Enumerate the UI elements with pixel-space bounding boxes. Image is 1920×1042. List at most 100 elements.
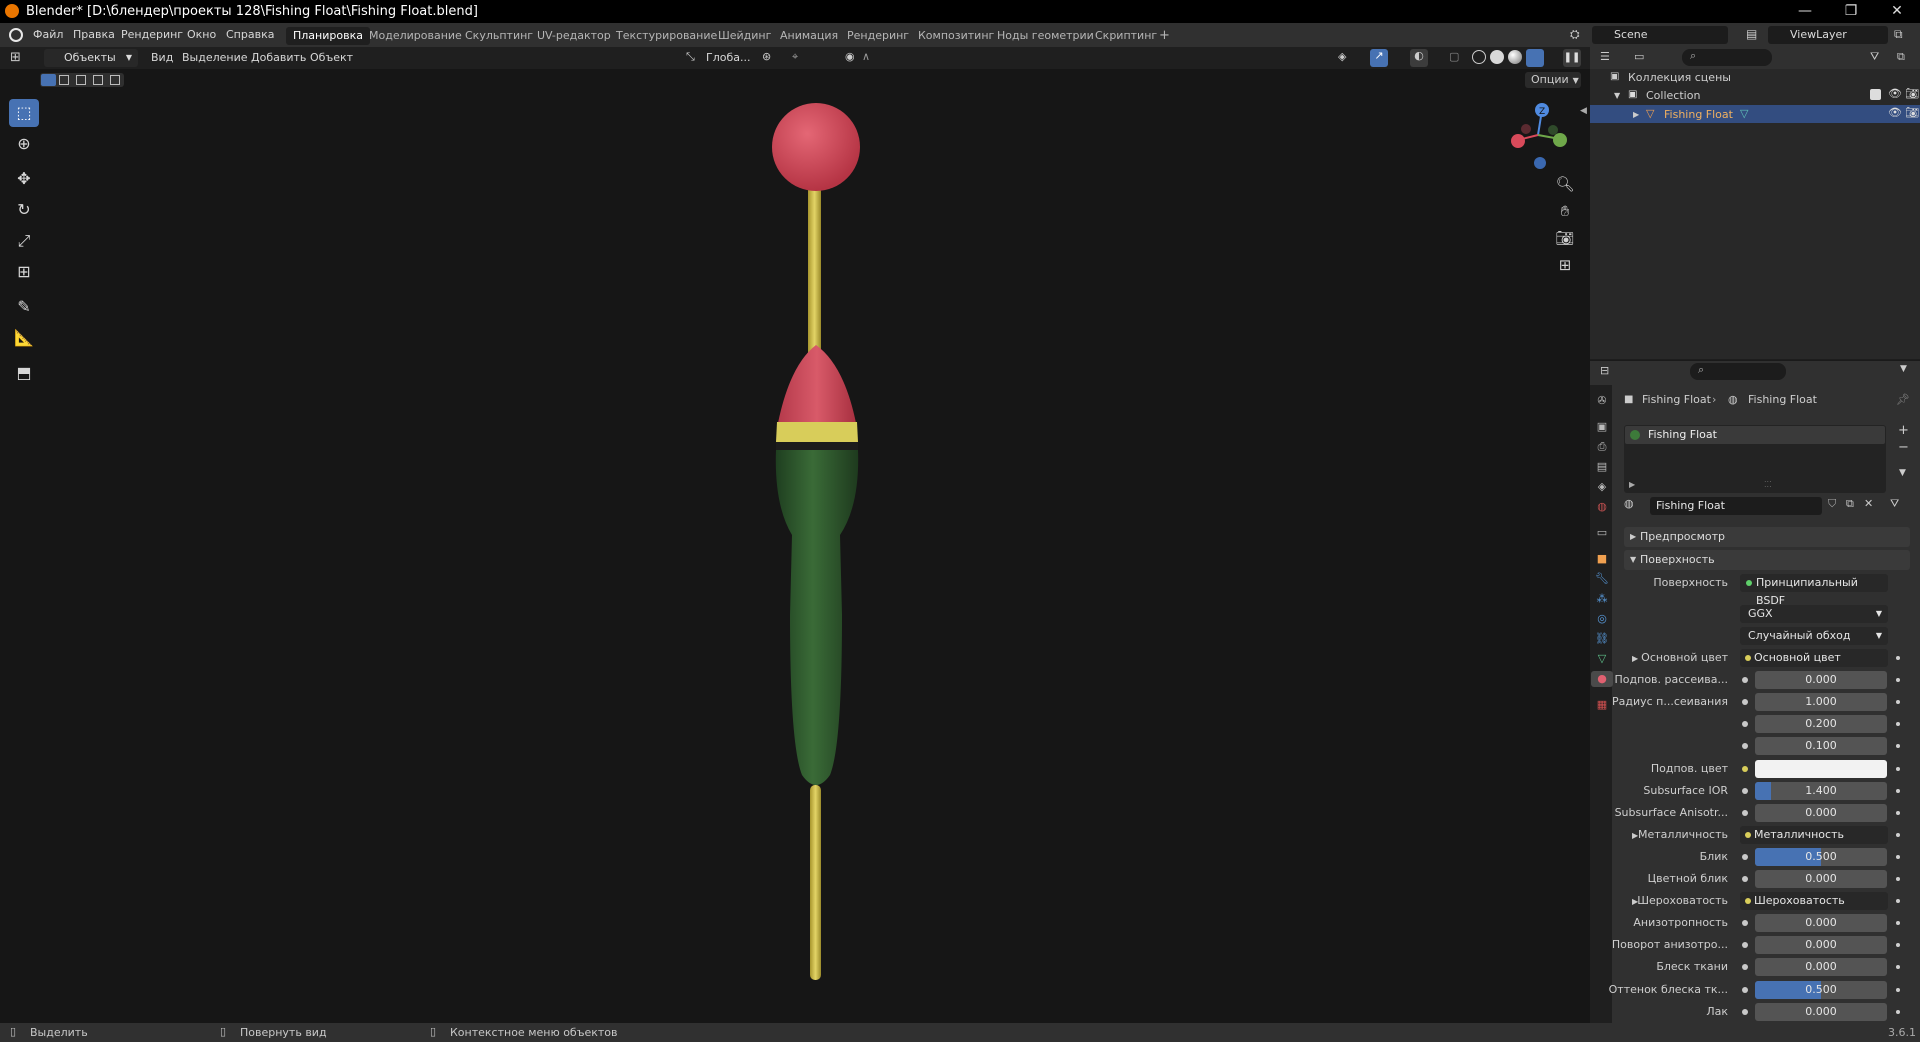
select-subtract-icon[interactable]	[76, 75, 86, 85]
properties-search-input[interactable]: ⌕	[1690, 363, 1786, 380]
object-tab-icon[interactable]: ■	[1594, 551, 1610, 567]
material-preview-shading-icon[interactable]	[1508, 50, 1522, 64]
linked-input-field[interactable]: Основной цвет	[1740, 649, 1888, 667]
numeric-slider[interactable]: 0.000	[1755, 914, 1887, 932]
tab-compositing[interactable]: Композитинг	[911, 27, 1001, 45]
properties-options-icon[interactable]: ▼	[1900, 364, 1907, 374]
minimize-button[interactable]: —	[1782, 0, 1828, 23]
duplicate-material-icon[interactable]: ⧉	[1846, 497, 1854, 511]
remove-slot-icon[interactable]: −	[1898, 440, 1909, 455]
fishing-float-model[interactable]	[730, 95, 900, 985]
select-intersect-icon[interactable]	[110, 75, 120, 85]
navigation-gizmo[interactable]: Z	[1508, 100, 1568, 170]
tab-animation[interactable]: Анимация	[773, 27, 845, 45]
keyframe-dot-icon[interactable]	[1896, 877, 1900, 881]
menu-render[interactable]: Рендеринг	[121, 27, 183, 43]
transform-orientation-selector[interactable]: Глоба...	[706, 50, 750, 66]
keyframe-dot-icon[interactable]	[1896, 988, 1900, 992]
keyframe-dot-icon[interactable]	[1896, 921, 1900, 925]
rotate-tool-icon[interactable]: ↻	[9, 196, 39, 224]
rendered-shading-icon[interactable]	[1526, 49, 1544, 67]
tool-tab-icon[interactable]: ✇	[1594, 393, 1610, 409]
menu-select[interactable]: Выделение	[182, 50, 248, 66]
keyframe-dot-icon[interactable]	[1896, 767, 1900, 771]
constraints-tab-icon[interactable]: ⛓︎	[1594, 631, 1610, 647]
maximize-button[interactable]: ❐	[1828, 0, 1874, 23]
expand-object-icon[interactable]: ▶	[1633, 110, 1639, 119]
properties-editor-type-icon[interactable]: ⊟	[1600, 364, 1609, 377]
pivot-point-icon[interactable]: ⊛	[762, 50, 771, 63]
keyframe-dot-icon[interactable]	[1896, 899, 1900, 903]
keyframe-dot-icon[interactable]	[1896, 1010, 1900, 1014]
keyframe-dot-icon[interactable]	[1896, 722, 1900, 726]
object-visibility-icon[interactable]: 👁︎	[1888, 106, 1902, 119]
object-render-icon[interactable]: 📷︎	[1905, 106, 1919, 119]
scale-tool-icon[interactable]: ⤢	[9, 227, 39, 255]
expand-input-icon[interactable]: ▶	[1632, 654, 1638, 663]
numeric-slider[interactable]: 1.400	[1755, 782, 1887, 800]
menu-add[interactable]: Добавить	[251, 50, 306, 66]
tab-uv-editor[interactable]: UV-редактор	[530, 27, 618, 45]
keyframe-dot-icon[interactable]	[1896, 811, 1900, 815]
input-socket-icon[interactable]	[1742, 677, 1748, 683]
visibility-selector-icon[interactable]: ◈	[1338, 50, 1346, 63]
annotate-tool-icon[interactable]: ✎	[9, 293, 39, 321]
overlay-toggle-icon[interactable]: ◐	[1410, 49, 1428, 67]
camera-view-icon[interactable]: 📷︎	[1553, 226, 1577, 250]
add-cube-tool-icon[interactable]: ⬒	[9, 359, 39, 387]
color-swatch[interactable]	[1755, 760, 1887, 778]
input-socket-icon[interactable]	[1742, 987, 1748, 993]
new-collection-icon[interactable]: ⧉	[1897, 50, 1905, 64]
input-socket-icon[interactable]	[1742, 854, 1748, 860]
tab-sculpting[interactable]: Скульптинг	[458, 27, 540, 45]
input-socket-icon[interactable]	[1742, 876, 1748, 882]
editor-type-icon[interactable]: ⊞	[10, 50, 21, 65]
keyframe-dot-icon[interactable]	[1896, 656, 1900, 660]
gizmo-toggle-icon[interactable]: ↗	[1370, 49, 1388, 67]
menu-view[interactable]: Вид	[151, 50, 173, 66]
input-socket-icon[interactable]	[1742, 699, 1748, 705]
pan-hand-icon[interactable]: ✋︎	[1553, 199, 1577, 223]
surface-shader-selector[interactable]: Принципиальный BSDF	[1740, 574, 1888, 607]
move-tool-icon[interactable]: ✥	[9, 165, 39, 193]
input-socket-icon[interactable]	[1742, 1009, 1748, 1015]
menu-edit[interactable]: Правка	[73, 27, 115, 43]
input-socket-icon[interactable]	[1742, 721, 1748, 727]
collection-checkbox-icon[interactable]	[1870, 89, 1881, 100]
keyframe-dot-icon[interactable]	[1896, 744, 1900, 748]
select-new-icon[interactable]	[41, 74, 56, 86]
keyframe-dot-icon[interactable]	[1896, 700, 1900, 704]
expand-input-icon[interactable]: ▶	[1632, 831, 1638, 840]
scene-selector[interactable]: Scene	[1592, 26, 1728, 44]
expand-input-icon[interactable]: ▶	[1632, 897, 1638, 906]
numeric-slider[interactable]: 0.000	[1755, 1003, 1887, 1021]
physics-tab-icon[interactable]: ◎	[1594, 611, 1610, 627]
select-invert-icon[interactable]	[93, 75, 103, 85]
input-socket-icon[interactable]	[1742, 810, 1748, 816]
numeric-slider[interactable]: 0.500	[1755, 848, 1887, 866]
material-name-field[interactable]: Fishing Float	[1650, 497, 1822, 515]
pin-icon[interactable]: 📌︎	[1896, 393, 1910, 406]
mode-selector[interactable]: Объекты ▼	[44, 49, 138, 67]
zoom-icon[interactable]: 🔍︎	[1553, 172, 1577, 196]
cursor-tool-icon[interactable]: ⊕	[9, 130, 39, 158]
numeric-slider[interactable]: 0.000	[1755, 671, 1887, 689]
keyframe-dot-icon[interactable]	[1896, 678, 1900, 682]
output-tab-icon[interactable]: ⎙	[1594, 439, 1610, 455]
fake-user-icon[interactable]: ⛉	[1828, 497, 1836, 511]
numeric-slider[interactable]: 0.000	[1755, 936, 1887, 954]
scene-tab-icon[interactable]: ◈	[1594, 479, 1610, 495]
select-extend-icon[interactable]	[59, 75, 69, 85]
add-workspace-button[interactable]: +	[1152, 27, 1177, 45]
add-slot-icon[interactable]: +	[1898, 423, 1909, 438]
new-view-layer-icon[interactable]: ⧉	[1894, 27, 1903, 42]
outliner-row-fishing-float[interactable]	[1590, 105, 1920, 123]
collection-label[interactable]: Collection	[1646, 89, 1700, 102]
input-socket-icon[interactable]	[1742, 788, 1748, 794]
perspective-toggle-icon[interactable]: ⊞	[1553, 253, 1577, 277]
particles-tab-icon[interactable]: ⁂	[1594, 591, 1610, 607]
tab-modeling[interactable]: Моделирование	[362, 27, 469, 45]
keyframe-dot-icon[interactable]	[1896, 943, 1900, 947]
outliner-editor-type-icon[interactable]: ☰	[1600, 50, 1610, 63]
keyframe-dot-icon[interactable]	[1896, 965, 1900, 969]
